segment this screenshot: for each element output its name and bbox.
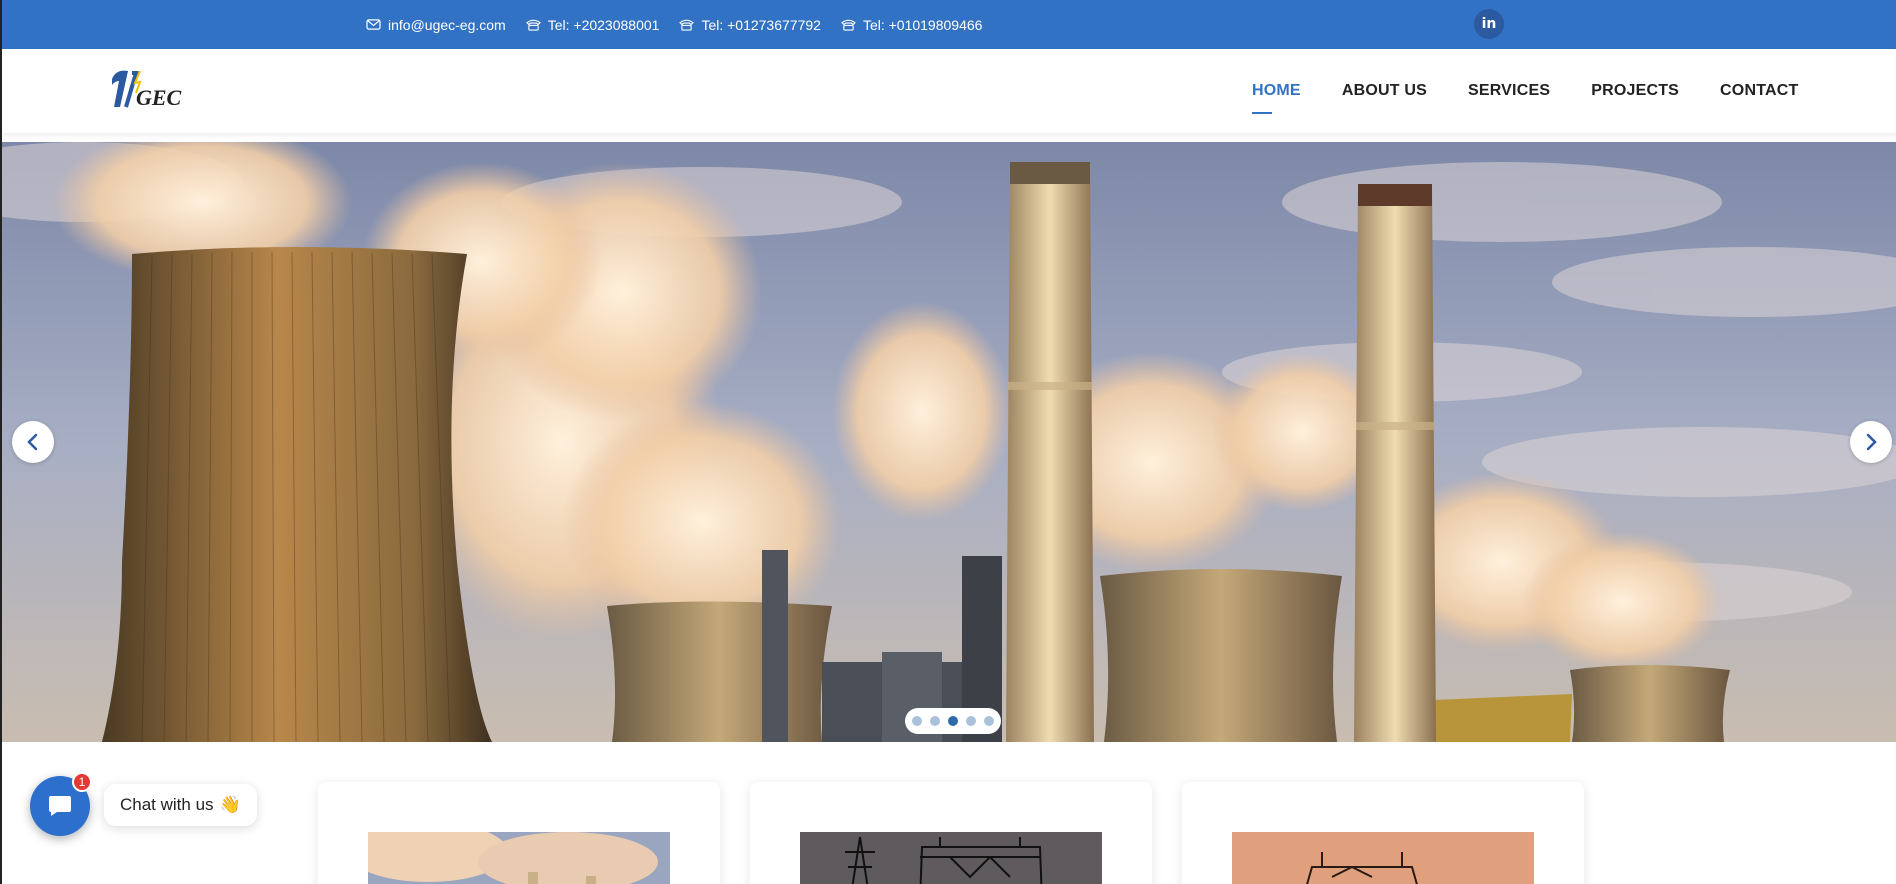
chat-prompt[interactable]: Chat with us 👋: [104, 784, 257, 826]
main-nav: HOME ABOUT US SERVICES PROJECTS CONTACT: [1252, 49, 1798, 133]
chevron-right-icon: [1866, 433, 1877, 451]
slider-dot-2[interactable]: [930, 716, 940, 726]
slider-prev-button[interactable]: [12, 421, 54, 463]
service-card-image-1: [368, 832, 670, 884]
slider-dot-5[interactable]: [984, 716, 994, 726]
slider-next-button[interactable]: [1850, 421, 1892, 463]
phone-text-1: Tel: +2023088001: [547, 16, 660, 33]
site-logo[interactable]: GEC: [102, 65, 186, 115]
logo-text: GEC: [136, 85, 182, 110]
chat-unread-badge: 1: [72, 772, 92, 792]
service-cards-section: [2, 742, 1896, 884]
service-card-3[interactable]: [1182, 782, 1584, 884]
phone-text-2: Tel: +01273677792: [701, 16, 821, 33]
top-contact-bar: info@ugec-eg.com Tel: +2023088001 Tel: +…: [2, 0, 1896, 49]
chat-prompt-text: Chat with us: [120, 795, 214, 814]
hero-slider: [2, 142, 1896, 742]
phone-contact-3[interactable]: Tel: +01019809466: [841, 16, 983, 33]
slider-dot-4[interactable]: [966, 716, 976, 726]
phone-icon: [679, 19, 695, 31]
nav-services[interactable]: SERVICES: [1468, 82, 1550, 100]
phone-text-3: Tel: +01019809466: [862, 16, 983, 33]
nav-about-us[interactable]: ABOUT US: [1342, 82, 1427, 100]
page: info@ugec-eg.com Tel: +2023088001 Tel: +…: [0, 0, 1896, 884]
linkedin-icon[interactable]: in: [1474, 9, 1504, 39]
wave-emoji-icon: 👋: [219, 795, 241, 814]
service-card-1[interactable]: [318, 782, 720, 884]
phone-icon: [841, 19, 856, 31]
slider-pagination: [905, 708, 1001, 734]
chevron-left-icon: [27, 433, 38, 451]
service-card-2[interactable]: [750, 782, 1152, 884]
phone-icon: [525, 19, 541, 31]
hero-image: [2, 142, 1896, 742]
site-header: GEC HOME ABOUT US SERVICES PROJECTS CONT…: [2, 49, 1896, 133]
logo-mark: GEC: [112, 70, 182, 110]
chat-bubble-icon: [49, 796, 71, 816]
email-icon: [366, 19, 381, 30]
email-contact[interactable]: info@ugec-eg.com: [366, 17, 506, 33]
slider-dot-1[interactable]: [912, 716, 922, 726]
email-text: info@ugec-eg.com: [388, 16, 506, 33]
service-card-image-2: [800, 832, 1102, 884]
phone-contact-2[interactable]: Tel: +01273677792: [679, 17, 821, 33]
nav-contact[interactable]: CONTACT: [1720, 82, 1798, 100]
phone-contact-1[interactable]: Tel: +2023088001: [525, 16, 660, 33]
service-card-image-3: [1232, 832, 1534, 884]
slider-dot-3[interactable]: [948, 716, 958, 726]
contact-list: info@ugec-eg.com Tel: +2023088001 Tel: +…: [366, 0, 982, 49]
nav-projects[interactable]: PROJECTS: [1591, 82, 1679, 100]
nav-home[interactable]: HOME: [1252, 82, 1301, 114]
